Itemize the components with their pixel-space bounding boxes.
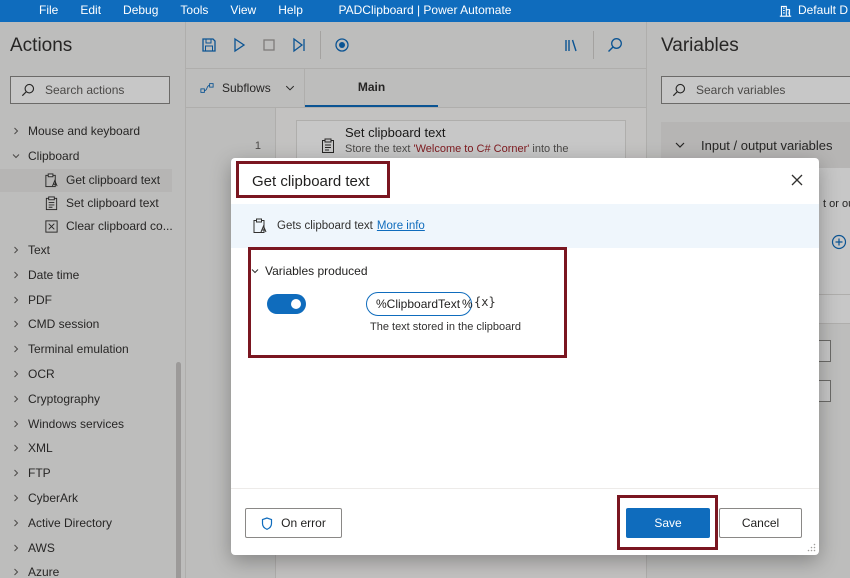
close-button[interactable] (789, 172, 805, 188)
cancel-button[interactable]: Cancel (719, 508, 802, 538)
menu-tools[interactable]: Tools (169, 0, 219, 22)
save-button[interactable]: Save (626, 508, 710, 538)
variable-description: The text stored in the clipboard (370, 321, 522, 333)
dialog-info-text: Gets clipboard text (277, 220, 373, 232)
resize-grip-icon[interactable] (807, 543, 816, 552)
menu-help[interactable]: Help (267, 0, 314, 22)
title-bar: PADClipboard | Power Automate File Edit … (0, 0, 850, 22)
variables-produced-label: Variables produced (265, 264, 368, 278)
dialog-footer-divider (231, 488, 819, 489)
more-info-link[interactable]: More info (377, 220, 425, 232)
on-error-label: On error (281, 516, 326, 530)
environment-selector[interactable]: Default D (779, 0, 850, 20)
menu-debug[interactable]: Debug (112, 0, 169, 22)
environment-label: Default D (797, 3, 848, 17)
chevron-down-icon (251, 269, 259, 274)
insert-variable-button[interactable]: {x} (474, 295, 496, 309)
menu-edit[interactable]: Edit (69, 0, 112, 22)
get-clipboard-text-dialog: Get clipboard text Gets clipboard text M… (231, 158, 819, 555)
variable-name-part: % (462, 297, 473, 311)
variable-name-input[interactable]: %ClipboardText% (366, 292, 473, 316)
close-icon (791, 174, 803, 186)
dialog-title: Get clipboard text (252, 173, 370, 190)
variables-produced-toggle[interactable]: Variables produced (251, 264, 368, 278)
clipboard-text-icon (253, 218, 267, 233)
dialog-info-bar: Gets clipboard text More info (231, 204, 819, 248)
shield-icon (262, 516, 273, 530)
building-icon (779, 5, 792, 17)
variable-enabled-toggle[interactable] (267, 294, 306, 314)
menu-view[interactable]: View (219, 0, 267, 22)
menu-bar: File Edit Debug Tools View Help (0, 0, 314, 22)
on-error-button[interactable]: On error (245, 508, 342, 538)
variable-name-part: %ClipboardText (376, 297, 461, 311)
menu-file[interactable]: File (28, 0, 69, 22)
toggle-knob (291, 299, 301, 309)
